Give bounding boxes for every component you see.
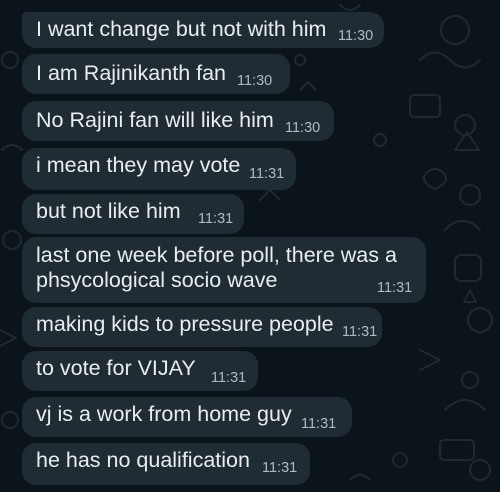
message-time: 11:30: [285, 120, 321, 136]
message-text-line1: last one week before poll, there was a: [36, 243, 397, 267]
message-bubble[interactable]: i mean they may vote 11:31: [22, 148, 296, 190]
message-text-line2: phsycological socio wave: [36, 268, 278, 292]
message-text: but not like him: [36, 199, 181, 223]
message-bubble[interactable]: to vote for VIJAY 11:31: [22, 351, 258, 391]
message-time: 11:31: [377, 280, 413, 296]
message-time: 11:31: [301, 416, 337, 432]
message-time: 11:30: [237, 73, 273, 89]
chat-conversation[interactable]: I want change but not with him 11:30 I a…: [0, 0, 500, 492]
message-text: i mean they may vote: [36, 153, 241, 177]
message-time: 11:30: [338, 28, 374, 44]
message-text: making kids to pressure people: [36, 312, 334, 336]
message-bubble[interactable]: but not like him 11:31: [22, 194, 244, 234]
message-time: 11:31: [262, 460, 298, 476]
message-text: I am Rajinikanth fan: [36, 61, 227, 85]
message-time: 11:31: [342, 324, 378, 340]
message-bubble[interactable]: No Rajini fan will like him 11:30: [22, 101, 334, 141]
message-bubble[interactable]: vj is a work from home guy 11:31: [22, 397, 352, 437]
message-bubble[interactable]: making kids to pressure people 11:31: [22, 307, 382, 347]
message-text: vj is a work from home guy: [36, 402, 292, 426]
message-bubble[interactable]: he has no qualification 11:31: [22, 443, 310, 485]
message-bubble[interactable]: I am Rajinikanth fan 11:30: [22, 54, 290, 94]
message-bubble[interactable]: last one week before poll, there was a p…: [22, 237, 426, 303]
message-text: No Rajini fan will like him: [36, 108, 274, 132]
message-time: 11:31: [198, 211, 234, 227]
message-text: I want change but not with him: [36, 17, 327, 41]
message-text: to vote for VIJAY: [36, 356, 196, 380]
message-bubble[interactable]: I want change but not with him 11:30: [22, 12, 384, 48]
message-time: 11:31: [249, 166, 285, 182]
message-time: 11:31: [211, 370, 247, 386]
message-text: he has no qualification: [36, 448, 250, 472]
